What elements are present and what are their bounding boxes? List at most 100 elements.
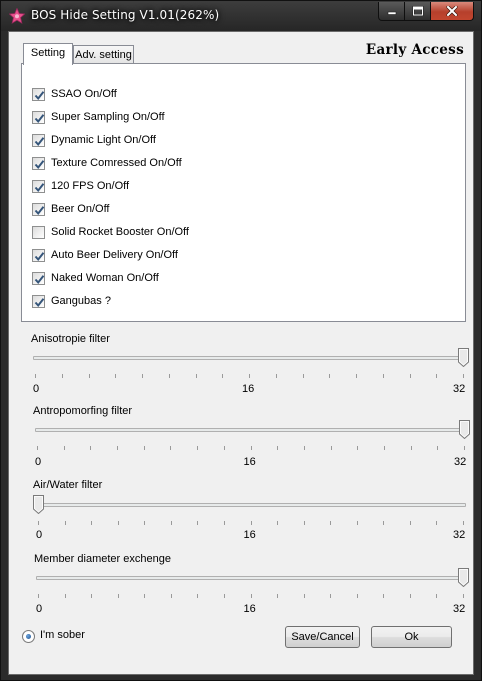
option-label: Naked Woman On/Off bbox=[51, 272, 159, 284]
option-checkbox[interactable] bbox=[32, 202, 45, 216]
slider-tick bbox=[357, 446, 358, 450]
option-label: 120 FPS On/Off bbox=[51, 180, 130, 192]
option-checkbox[interactable] bbox=[32, 248, 45, 262]
option-checkbox[interactable] bbox=[32, 156, 45, 170]
close-button[interactable] bbox=[431, 2, 474, 21]
slider-tick bbox=[356, 374, 357, 378]
option-checkbox[interactable] bbox=[32, 271, 45, 285]
option-row[interactable]: Naked Woman On/Off bbox=[32, 270, 159, 286]
slider-ticks bbox=[37, 446, 465, 450]
slider-tick bbox=[170, 446, 171, 450]
minimize-button[interactable] bbox=[378, 2, 405, 21]
slider-track[interactable] bbox=[33, 356, 466, 360]
slider-tick bbox=[383, 521, 384, 525]
slider-tick bbox=[64, 446, 65, 450]
check-mark-icon bbox=[34, 251, 45, 261]
option-row[interactable]: Auto Beer Delivery On/Off bbox=[32, 247, 178, 263]
slider-tick bbox=[224, 521, 225, 525]
slider-track[interactable] bbox=[35, 428, 467, 432]
slider-tick bbox=[277, 521, 278, 525]
slider-tick bbox=[251, 446, 252, 450]
slider-scale-max: 32 bbox=[454, 456, 467, 468]
option-row[interactable]: 120 FPS On/Off bbox=[32, 178, 129, 194]
slider-tick bbox=[464, 446, 465, 450]
slider-tick bbox=[383, 594, 384, 598]
slider-scale-max: 32 bbox=[453, 603, 466, 615]
option-checkbox[interactable] bbox=[32, 225, 45, 239]
tab-setting[interactable]: Setting bbox=[23, 43, 73, 65]
slider-tick bbox=[144, 594, 145, 598]
slider-thumb[interactable] bbox=[459, 420, 470, 440]
slider-thumb[interactable] bbox=[33, 495, 44, 515]
check-mark-icon bbox=[34, 182, 45, 192]
option-label: Solid Rocket Booster On/Off bbox=[51, 226, 189, 238]
slider-tick bbox=[463, 374, 464, 378]
window-frame: BOS Hide Setting V1.01(262%) Setting Adv… bbox=[0, 0, 482, 681]
slider-tick bbox=[251, 594, 252, 598]
title-bar[interactable]: BOS Hide Setting V1.01(262%) bbox=[1, 1, 481, 31]
slider-tick bbox=[171, 521, 172, 525]
slider-label: Member diameter exchenge bbox=[34, 553, 171, 565]
option-checkbox[interactable] bbox=[32, 294, 45, 308]
check-mark-icon bbox=[34, 205, 45, 215]
caption-buttons bbox=[378, 2, 474, 21]
sober-radio[interactable] bbox=[22, 630, 35, 643]
slider-tick bbox=[304, 446, 305, 450]
ok-button[interactable]: Ok bbox=[371, 626, 452, 648]
option-row[interactable]: Dynamic Light On/Off bbox=[32, 132, 156, 148]
slider-track[interactable] bbox=[36, 576, 466, 580]
slider-thumb-shape bbox=[33, 495, 44, 515]
slider-scale-max: 32 bbox=[453, 383, 466, 395]
check-mark-icon bbox=[34, 113, 45, 123]
option-label: SSAO On/Off bbox=[51, 88, 117, 100]
slider-scale-mid: 16 bbox=[243, 456, 256, 468]
check-mark-icon bbox=[34, 159, 45, 169]
option-label: Gangubas ? bbox=[51, 295, 111, 307]
slider-tick bbox=[65, 594, 66, 598]
slider-tick bbox=[117, 446, 118, 450]
option-checkbox[interactable] bbox=[32, 87, 45, 101]
slider-tick bbox=[37, 446, 38, 450]
slider-ticks bbox=[38, 594, 464, 598]
option-checkbox[interactable] bbox=[32, 133, 45, 147]
slider-tick bbox=[251, 521, 252, 525]
slider-tick bbox=[436, 521, 437, 525]
slider-tick bbox=[224, 594, 225, 598]
slider-tick bbox=[276, 374, 277, 378]
option-checkbox[interactable] bbox=[32, 179, 45, 193]
slider-track[interactable] bbox=[36, 503, 466, 507]
pink-star-icon bbox=[9, 8, 25, 24]
option-row[interactable]: Beer On/Off bbox=[32, 201, 110, 217]
tab-adv-setting[interactable]: Adv. setting bbox=[73, 45, 134, 64]
slider-tick bbox=[65, 521, 66, 525]
slider-thumb[interactable] bbox=[458, 568, 469, 588]
slider-tick bbox=[384, 446, 385, 450]
slider-label: Anisotropie filter bbox=[31, 333, 110, 345]
slider-thumb-shape bbox=[458, 568, 469, 588]
slider-scale-max: 32 bbox=[453, 529, 466, 541]
slider-thumb-shape bbox=[458, 348, 469, 368]
option-row[interactable]: Solid Rocket Booster On/Off bbox=[32, 224, 189, 240]
slider-tick bbox=[277, 446, 278, 450]
slider-tick bbox=[144, 521, 145, 525]
option-row[interactable]: Gangubas ? bbox=[32, 293, 111, 309]
slider-tick bbox=[222, 374, 223, 378]
save-cancel-button[interactable]: Save/Cancel bbox=[285, 626, 360, 648]
minimize-icon bbox=[387, 11, 396, 15]
maximize-button[interactable] bbox=[405, 2, 431, 21]
close-icon bbox=[446, 6, 458, 16]
slider-tick bbox=[437, 446, 438, 450]
option-row[interactable]: Super Sampling On/Off bbox=[32, 109, 165, 125]
option-label: Beer On/Off bbox=[51, 203, 110, 215]
slider-tick bbox=[410, 521, 411, 525]
option-row[interactable]: Texture Comressed On/Off bbox=[32, 155, 182, 171]
slider-tick bbox=[91, 521, 92, 525]
slider-tick bbox=[197, 594, 198, 598]
slider-tick bbox=[90, 446, 91, 450]
slider-tick bbox=[330, 594, 331, 598]
option-row[interactable]: SSAO On/Off bbox=[32, 86, 117, 102]
option-label: Super Sampling On/Off bbox=[51, 111, 165, 123]
slider-thumb[interactable] bbox=[458, 348, 469, 368]
slider-tick bbox=[144, 446, 145, 450]
option-checkbox[interactable] bbox=[32, 110, 45, 124]
